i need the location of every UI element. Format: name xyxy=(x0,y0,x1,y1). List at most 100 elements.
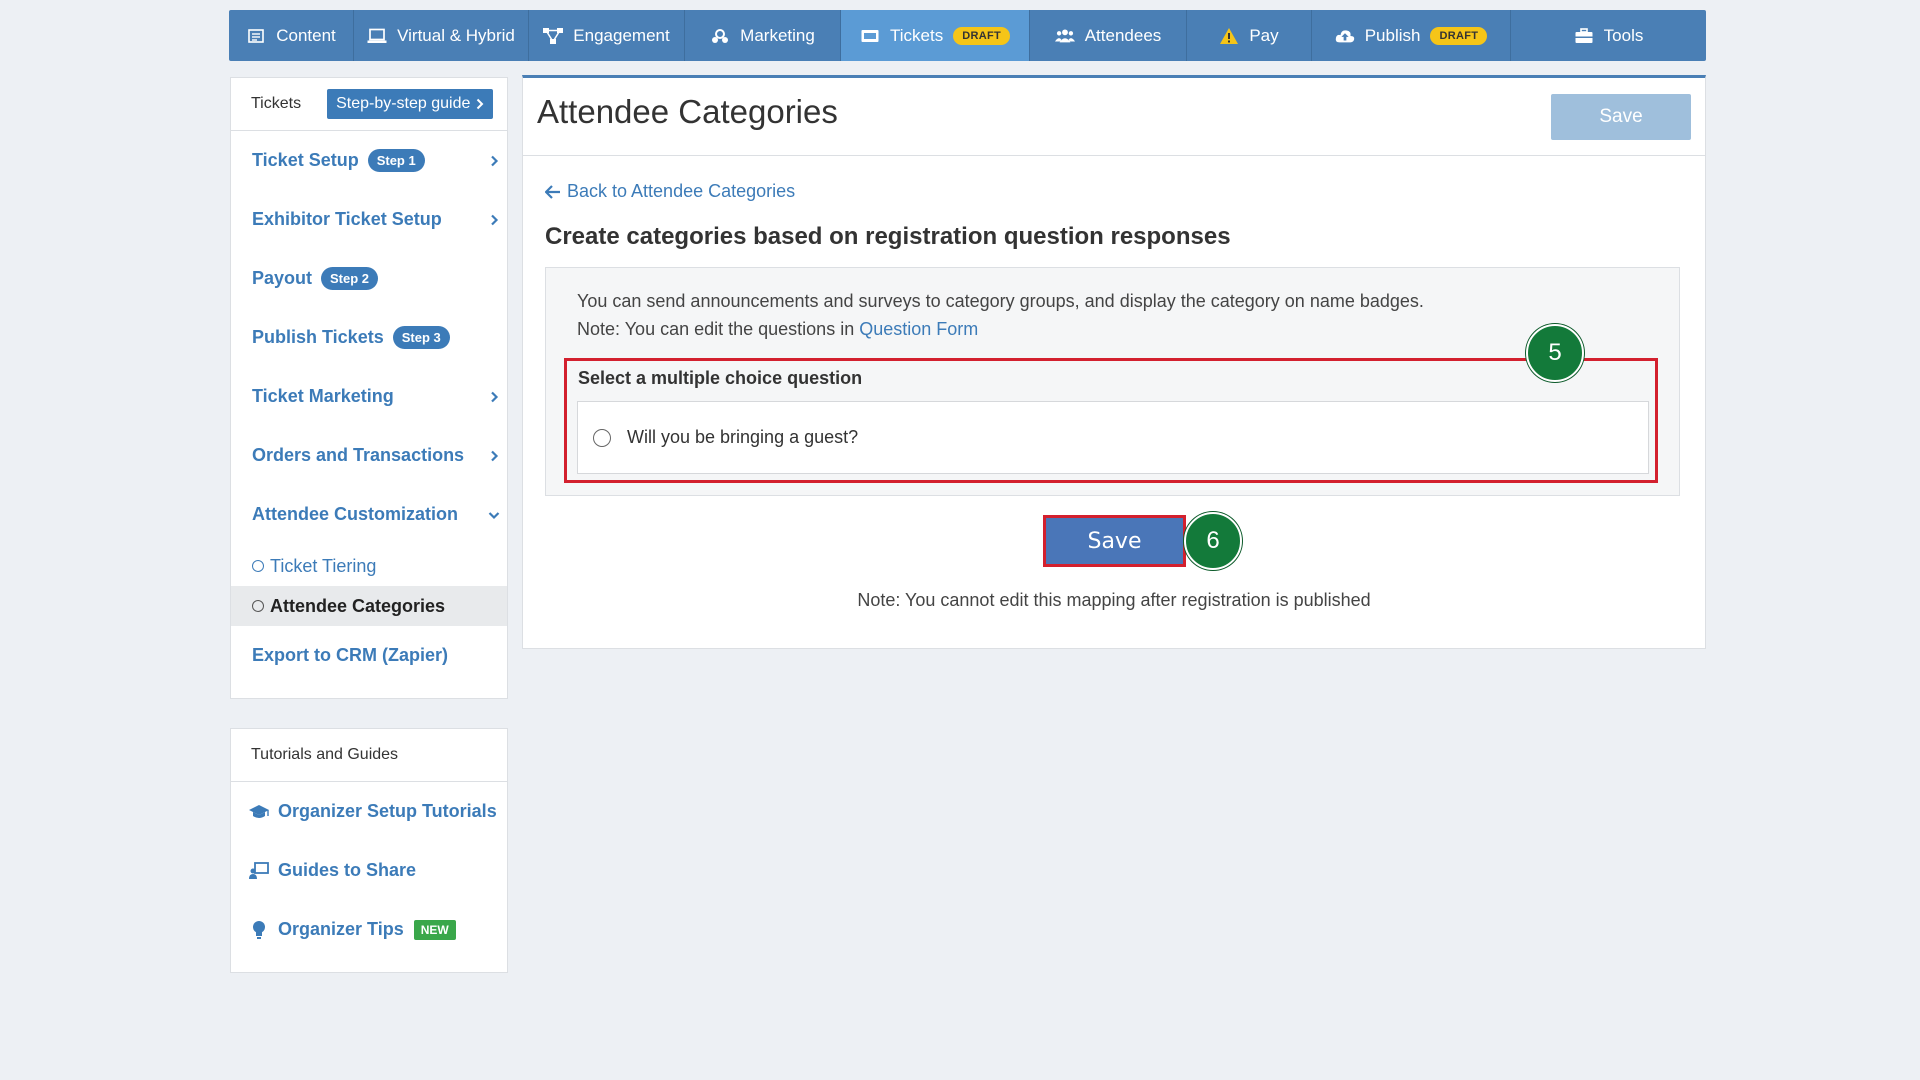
sidebar-subitem-attendee-categories[interactable]: Attendee Categories xyxy=(231,586,507,626)
tutorial-organizer-setup[interactable]: Organizer Setup Tutorials xyxy=(231,782,507,841)
question-select-label: Select a multiple choice question xyxy=(578,368,863,388)
cloud-upload-icon xyxy=(1335,26,1355,46)
step-6-marker: 6 xyxy=(1184,512,1242,570)
question-form-link[interactable]: Question Form xyxy=(859,319,978,339)
save-button[interactable]: Save xyxy=(1046,518,1183,564)
new-badge: NEW xyxy=(413,919,456,940)
sidebar-subitem-label: Attendee Categories xyxy=(270,595,446,616)
sidebar-item-ticket-setup[interactable]: Ticket Setup Step 1 xyxy=(231,131,507,190)
nav-pay-label: Pay xyxy=(1249,25,1279,45)
sidebar-title: Tickets xyxy=(251,95,302,112)
nav-virtual-hybrid[interactable]: Virtual & Hybrid xyxy=(354,10,529,61)
circle-icon xyxy=(252,600,264,612)
nav-content[interactable]: Content xyxy=(229,10,354,61)
arrow-left-icon xyxy=(545,184,560,199)
page-title: Attendee Categories xyxy=(537,93,838,130)
nav-engagement[interactable]: Engagement xyxy=(529,10,685,61)
sidebar-item-label: Payout xyxy=(252,268,313,288)
circle-icon xyxy=(252,560,264,572)
nav-content-label: Content xyxy=(276,25,336,45)
chevron-right-icon xyxy=(477,98,484,110)
share-guide-icon xyxy=(248,860,270,882)
main-header: Attendee Categories Save xyxy=(523,78,1705,156)
sidebar-item-export-crm[interactable]: Export to CRM (Zapier) xyxy=(231,626,507,685)
ticket-icon xyxy=(860,26,880,46)
tickets-draft-badge: DRAFT xyxy=(953,26,1010,45)
nav-tools[interactable]: Tools xyxy=(1511,10,1706,61)
sidebar-item-payout[interactable]: Payout Step 2 xyxy=(231,249,507,308)
users-icon xyxy=(1054,26,1075,46)
sidebar-item-label: Exhibitor Ticket Setup xyxy=(252,209,442,229)
step-5-marker: 5 xyxy=(1526,324,1584,382)
sidebar-item-attendee-customization[interactable]: Attendee Customization xyxy=(231,485,507,544)
chevron-right-icon xyxy=(491,214,499,225)
step-badge: Step 3 xyxy=(392,326,450,349)
step-badge: Step 2 xyxy=(321,267,379,290)
category-info-box: You can send announcements and surveys t… xyxy=(545,267,1680,496)
question-option-guest[interactable]: Will you be bringing a guest? xyxy=(577,401,1649,474)
sidebar-item-label: Export to CRM (Zapier) xyxy=(252,645,448,665)
chevron-right-icon xyxy=(491,391,499,402)
tickets-sidebar: Tickets Step-by-step guide Ticket Setup … xyxy=(230,77,508,699)
publish-draft-badge: DRAFT xyxy=(1430,26,1488,45)
graduation-cap-icon xyxy=(248,801,270,823)
save-button-top[interactable]: Save xyxy=(1551,94,1691,140)
lightbulb-icon xyxy=(248,919,270,941)
tutorials-panel: Tutorials and Guides Organizer Setup Tut… xyxy=(230,728,508,973)
sidebar-item-label: Publish Tickets xyxy=(252,327,384,347)
sidebar-item-label: Ticket Setup xyxy=(252,150,359,170)
sidebar-item-label: Orders and Transactions xyxy=(252,445,465,465)
tutorial-label: Organizer Setup Tutorials xyxy=(278,801,497,821)
sidebar-subitem-label: Ticket Tiering xyxy=(270,555,377,576)
nav-attendees-label: Attendees xyxy=(1084,25,1162,45)
guide-button-label: Step-by-step guide xyxy=(336,95,471,112)
question-option-label: Will you be bringing a guest? xyxy=(627,427,859,447)
save-button-highlight: Save xyxy=(1043,515,1186,567)
chevron-down-icon xyxy=(488,511,500,519)
step-badge: Step 1 xyxy=(367,149,425,172)
warning-icon xyxy=(1219,26,1239,46)
tutorials-title: Tutorials and Guides xyxy=(231,729,507,782)
sidebar-item-ticket-marketing[interactable]: Ticket Marketing xyxy=(231,367,507,426)
section-title: Create categories based on registration … xyxy=(545,223,1231,250)
nav-virtual-hybrid-label: Virtual & Hybrid xyxy=(397,25,515,45)
sidebar-subitem-ticket-tiering[interactable]: Ticket Tiering xyxy=(231,546,507,586)
nav-engagement-label: Engagement xyxy=(573,25,670,45)
chevron-right-icon xyxy=(491,155,499,166)
nav-tools-label: Tools xyxy=(1603,25,1644,45)
tutorial-label: Organizer Tips xyxy=(278,919,404,939)
back-link-label: Back to Attendee Categories xyxy=(567,181,796,201)
info-note: Note: You can edit the questions in Ques… xyxy=(577,319,978,340)
nav-tickets-label: Tickets xyxy=(890,25,944,45)
step-by-step-guide-button[interactable]: Step-by-step guide xyxy=(327,89,494,119)
chevron-right-icon xyxy=(491,450,499,461)
marketing-icon xyxy=(710,26,730,46)
toolbox-icon xyxy=(1574,26,1594,46)
tutorial-guides-to-share[interactable]: Guides to Share xyxy=(231,841,507,900)
radio-button[interactable] xyxy=(593,428,611,447)
nav-tickets[interactable]: Tickets DRAFT xyxy=(841,10,1030,61)
network-icon xyxy=(543,26,564,46)
sidebar-item-publish-tickets[interactable]: Publish Tickets Step 3 xyxy=(231,308,507,367)
nav-publish-label: Publish xyxy=(1364,25,1421,45)
mapping-note: Note: You cannot edit this mapping after… xyxy=(857,590,1371,610)
info-note-prefix: Note: You can edit the questions in xyxy=(577,319,860,339)
question-select-highlight: Select a multiple choice question Will y… xyxy=(564,358,1658,483)
sidebar-item-exhibitor-ticket-setup[interactable]: Exhibitor Ticket Setup xyxy=(231,190,507,249)
content-icon xyxy=(246,26,266,46)
nav-pay[interactable]: Pay xyxy=(1187,10,1312,61)
sidebar-item-orders-transactions[interactable]: Orders and Transactions xyxy=(231,426,507,485)
nav-publish[interactable]: Publish DRAFT xyxy=(1312,10,1511,61)
main-panel: Attendee Categories Save Back to Attende… xyxy=(522,75,1706,649)
back-to-attendee-categories-link[interactable]: Back to Attendee Categories xyxy=(545,181,795,202)
tutorial-organizer-tips[interactable]: Organizer Tips NEW xyxy=(231,900,507,959)
top-navigation: Content Virtual & Hybrid Engagement Mark… xyxy=(229,10,1706,61)
nav-attendees[interactable]: Attendees xyxy=(1030,10,1187,61)
info-text: You can send announcements and surveys t… xyxy=(577,291,1424,311)
sidebar-header: Tickets Step-by-step guide xyxy=(231,78,507,131)
nav-marketing-label: Marketing xyxy=(740,25,815,45)
sidebar-item-label: Ticket Marketing xyxy=(252,386,394,406)
sidebar-item-label: Attendee Customization xyxy=(252,504,459,524)
nav-marketing[interactable]: Marketing xyxy=(685,10,841,61)
laptop-icon xyxy=(367,26,387,46)
